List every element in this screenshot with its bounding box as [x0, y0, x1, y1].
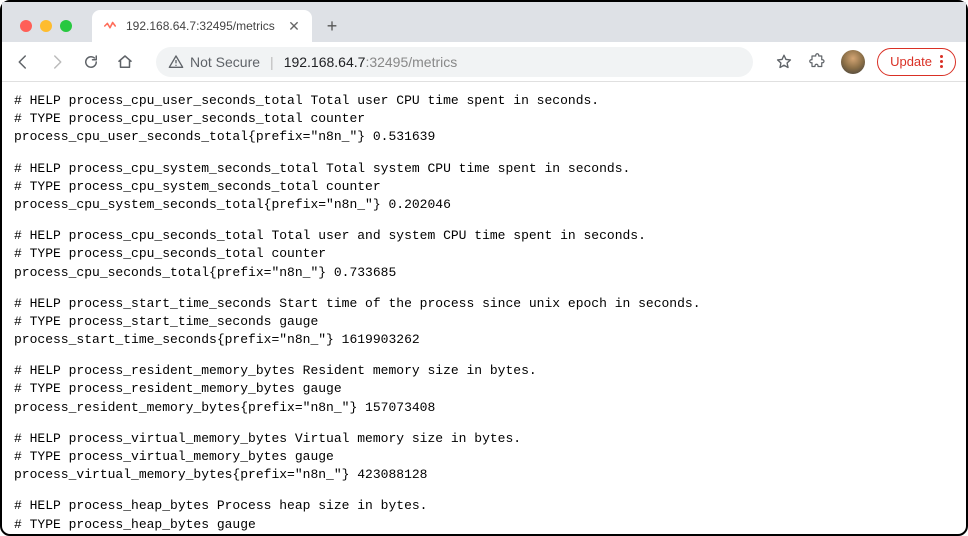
arrow-right-icon — [48, 53, 66, 71]
home-button[interactable] — [114, 51, 136, 73]
maximize-window-button[interactable] — [60, 20, 72, 32]
reload-button[interactable] — [80, 51, 102, 73]
url-text: 192.168.64.7:32495/metrics — [284, 54, 458, 70]
reload-icon — [82, 53, 100, 71]
toolbar-right: Update — [773, 48, 956, 76]
page-content[interactable]: # HELP process_cpu_user_seconds_total To… — [2, 82, 966, 534]
security-indicator[interactable]: Not Secure — [168, 54, 260, 70]
arrow-left-icon — [14, 53, 32, 71]
address-separator: | — [270, 54, 274, 70]
back-button[interactable] — [12, 51, 34, 73]
address-bar[interactable]: Not Secure | 192.168.64.7:32495/metrics — [156, 47, 753, 77]
puzzle-icon — [809, 53, 827, 71]
metric-block: # HELP process_cpu_user_seconds_total To… — [14, 92, 954, 147]
minimize-window-button[interactable] — [40, 20, 52, 32]
bookmark-button[interactable] — [773, 51, 795, 73]
browser-tab[interactable]: 192.168.64.7:32495/metrics ✕ — [92, 10, 312, 42]
tab-title: 192.168.64.7:32495/metrics — [126, 19, 278, 33]
metric-block: # HELP process_heap_bytes Process heap s… — [14, 497, 954, 534]
warning-icon — [168, 54, 184, 70]
update-button[interactable]: Update — [877, 48, 956, 76]
security-label: Not Secure — [190, 54, 260, 70]
new-tab-button[interactable]: + — [318, 12, 346, 40]
window-controls — [10, 20, 82, 42]
extensions-button[interactable] — [807, 51, 829, 73]
metric-block: # HELP process_start_time_seconds Start … — [14, 295, 954, 350]
star-icon — [775, 53, 793, 71]
metric-block: # HELP process_resident_memory_bytes Res… — [14, 362, 954, 417]
home-icon — [116, 53, 134, 71]
url-path: :32495/metrics — [365, 54, 457, 70]
forward-button[interactable] — [46, 51, 68, 73]
toolbar: Not Secure | 192.168.64.7:32495/metrics … — [2, 42, 966, 82]
tab-strip: 192.168.64.7:32495/metrics ✕ + — [2, 2, 966, 42]
metric-block: # HELP process_virtual_memory_bytes Virt… — [14, 430, 954, 485]
update-label: Update — [890, 54, 932, 69]
metric-block: # HELP process_cpu_system_seconds_total … — [14, 160, 954, 215]
tab-favicon-icon — [102, 18, 118, 34]
close-window-button[interactable] — [20, 20, 32, 32]
close-tab-button[interactable]: ✕ — [286, 18, 302, 35]
metric-block: # HELP process_cpu_seconds_total Total u… — [14, 227, 954, 282]
profile-avatar[interactable] — [841, 50, 865, 74]
menu-icon — [940, 55, 943, 68]
url-host: 192.168.64.7 — [284, 54, 366, 70]
